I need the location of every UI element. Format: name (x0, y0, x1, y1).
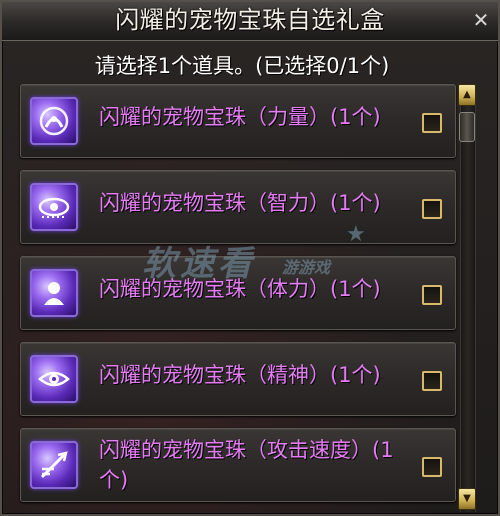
item-checkbox[interactable] (422, 285, 442, 305)
pet-orb-vitality-icon (30, 269, 78, 317)
scroll-up-button[interactable]: ▲ (458, 84, 476, 106)
gift-box-window: 闪耀的宠物宝珠自选礼盒 ✕ 请选择1个道具。(已选择0/1个) 闪耀的宠物宝珠（… (0, 0, 500, 516)
list-item-attack-speed[interactable]: 闪耀的宠物宝珠（攻击速度）(1个) (20, 428, 456, 502)
scrollbar[interactable]: ▲ ▼ (458, 84, 476, 512)
list-item-vitality[interactable]: 闪耀的宠物宝珠（体力）(1个) (20, 256, 456, 330)
item-checkbox[interactable] (422, 199, 442, 219)
list-item-strength[interactable]: 闪耀的宠物宝珠（力量）(1个) (20, 84, 456, 158)
scroll-track[interactable] (460, 84, 476, 512)
item-label: 闪耀的宠物宝珠（智力）(1个) (99, 191, 381, 215)
item-label: 闪耀的宠物宝珠（精神）(1个) (99, 363, 381, 387)
item-label: 闪耀的宠物宝珠（体力）(1个) (99, 277, 381, 301)
list-item-intelligence[interactable]: 闪耀的宠物宝珠（智力）(1个) (20, 170, 456, 244)
pet-orb-intelligence-icon (30, 183, 78, 231)
close-icon[interactable]: ✕ (470, 9, 492, 31)
scroll-down-button[interactable]: ▼ (458, 488, 476, 510)
list-item-spirit[interactable]: 闪耀的宠物宝珠（精神）(1个) (20, 342, 456, 416)
item-label: 闪耀的宠物宝珠（攻击速度）(1个) (99, 438, 394, 492)
pet-orb-strength-icon (30, 97, 78, 145)
item-list: 闪耀的宠物宝珠（力量）(1个) 闪耀的宠物宝珠（智力）(1个) 闪耀的宠物宝珠（… (20, 84, 456, 504)
selection-instruction: 请选择1个道具。(已选择0/1个) (94, 54, 390, 78)
item-checkbox[interactable] (422, 113, 442, 133)
scroll-thumb[interactable] (459, 112, 475, 142)
item-label: 闪耀的宠物宝珠（力量）(1个) (99, 105, 381, 129)
title-bar[interactable]: 闪耀的宠物宝珠自选礼盒 ✕ (2, 2, 498, 41)
item-checkbox[interactable] (422, 371, 442, 391)
item-checkbox[interactable] (422, 457, 442, 477)
pet-orb-spirit-icon (30, 355, 78, 403)
pet-orb-attack-speed-icon (30, 441, 78, 489)
window-title: 闪耀的宠物宝珠自选礼盒 (115, 6, 385, 34)
